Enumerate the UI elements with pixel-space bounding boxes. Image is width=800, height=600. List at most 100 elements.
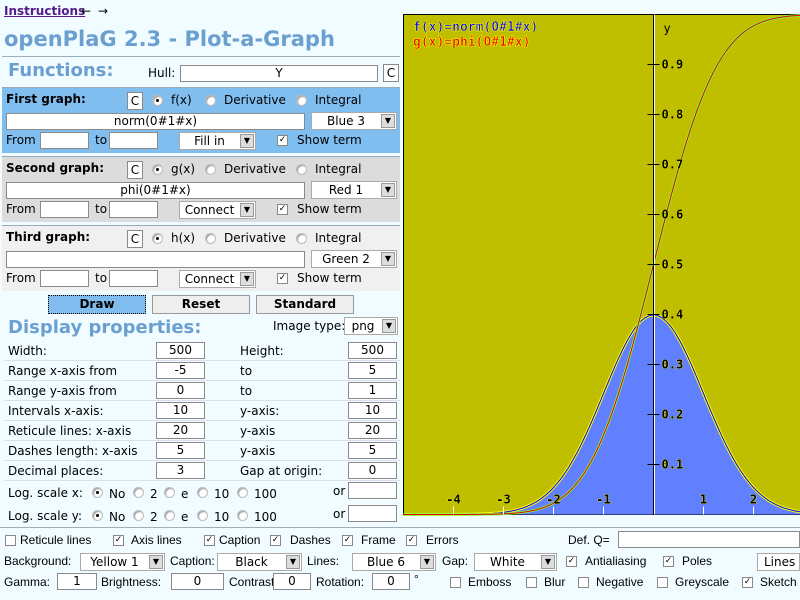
- graph-image: 0.1 0.2 0.3 0.4 0.5 0.6 0.7 0.8 0.9 -4 -3 -2 -1 1 2 y f(…: [403, 14, 800, 516]
- log-scale-radio-10[interactable]: [197, 510, 208, 521]
- line-style-select[interactable]: Lines: [757, 553, 800, 571]
- y-tick-label: 0.1: [662, 458, 684, 472]
- caption-color-select[interactable]: Black ▼: [217, 553, 302, 571]
- from-input[interactable]: [40, 270, 89, 287]
- log-scale-radio-100[interactable]: [237, 487, 248, 498]
- back-arrow[interactable]: ←: [81, 4, 91, 18]
- clear-term-button[interactable]: C: [127, 230, 143, 248]
- option-checkbox[interactable]: ✓: [342, 535, 353, 546]
- mode-radio-2[interactable]: [296, 233, 307, 244]
- from-input[interactable]: [40, 132, 89, 149]
- poles-checkbox[interactable]: ✓: [663, 556, 674, 567]
- mode-radio-2[interactable]: [296, 164, 307, 175]
- to-input[interactable]: [109, 201, 158, 218]
- show-term-checkbox[interactable]: ✓: [277, 135, 288, 146]
- to-input[interactable]: [109, 270, 158, 287]
- log-scale-radio-e[interactable]: [164, 510, 175, 521]
- brightness-input[interactable]: 0: [171, 573, 224, 590]
- background-select[interactable]: Yellow 1 ▼: [80, 553, 165, 571]
- property-input[interactable]: -5: [156, 362, 205, 379]
- graph-title: First graph:: [6, 92, 86, 106]
- option-checkbox[interactable]: [5, 535, 16, 546]
- draw-mode-select[interactable]: Connect ▼: [179, 201, 256, 219]
- from-label: From: [6, 133, 36, 147]
- show-term-checkbox[interactable]: ✓: [277, 204, 288, 215]
- effect-checkbox[interactable]: [450, 577, 461, 588]
- property-input-2[interactable]: 0: [348, 462, 397, 479]
- property-input[interactable]: 20: [156, 422, 205, 439]
- gap-color-select[interactable]: White ▼: [474, 553, 557, 571]
- property-input-2[interactable]: 500: [348, 342, 397, 359]
- to-input[interactable]: [109, 132, 158, 149]
- color-select[interactable]: Blue 3 ▼: [311, 112, 397, 130]
- contrast-input[interactable]: 0: [273, 573, 311, 590]
- log-scale-radio-2[interactable]: [133, 510, 144, 521]
- effect-checkbox[interactable]: ✓: [742, 577, 753, 588]
- effect-checkbox[interactable]: [526, 577, 537, 588]
- mode-radio-0[interactable]: [152, 95, 163, 106]
- y-tick-label: 0.4: [662, 308, 684, 322]
- draw-mode-select[interactable]: Fill in ▼: [179, 132, 256, 150]
- rotation-input[interactable]: 0: [372, 573, 410, 590]
- log-scale-radio-2[interactable]: [133, 487, 144, 498]
- property-input-2[interactable]: 10: [348, 402, 397, 419]
- hull-input[interactable]: Y: [180, 65, 378, 82]
- mode-radio-1[interactable]: [205, 95, 216, 106]
- clear-term-button[interactable]: C: [127, 161, 143, 179]
- effect-checkbox[interactable]: [657, 577, 668, 588]
- antialiasing-checkbox[interactable]: ✓: [566, 556, 577, 567]
- log-scale-radio-No[interactable]: [92, 487, 103, 498]
- property-input-2[interactable]: 5: [348, 442, 397, 459]
- clear-term-button[interactable]: C: [127, 92, 143, 110]
- def-q-input[interactable]: [618, 531, 800, 548]
- mode-radio-0[interactable]: [152, 233, 163, 244]
- mode-radio-0[interactable]: [152, 164, 163, 175]
- log-base-input[interactable]: [348, 505, 397, 522]
- color-select-value: Blue 3: [326, 114, 365, 128]
- effect-checkbox[interactable]: [578, 577, 589, 588]
- log-base-input[interactable]: [348, 482, 397, 499]
- option-checkbox[interactable]: ✓: [270, 535, 281, 546]
- log-scale-radio-100[interactable]: [237, 510, 248, 521]
- property-input[interactable]: 3: [156, 462, 205, 479]
- color-select[interactable]: Red 1 ▼: [311, 181, 397, 199]
- log-scale-radio-No[interactable]: [92, 510, 103, 521]
- property-input[interactable]: 0: [156, 382, 205, 399]
- divider: [2, 56, 400, 57]
- mode-radio-2[interactable]: [296, 95, 307, 106]
- log-scale-radio-e[interactable]: [164, 487, 175, 498]
- property-label: Intervals x-axis:: [8, 404, 104, 418]
- draw-mode-select[interactable]: Connect ▼: [179, 270, 256, 288]
- property-input[interactable]: 5: [156, 442, 205, 459]
- from-input[interactable]: [40, 201, 89, 218]
- gamma-input[interactable]: 1: [57, 573, 97, 590]
- option-checkbox[interactable]: ✓: [204, 535, 215, 546]
- mode-radio-1[interactable]: [205, 164, 216, 175]
- log-scale-radio-10[interactable]: [197, 487, 208, 498]
- option-checkbox[interactable]: ✓: [113, 535, 124, 546]
- property-row: Decimal places: 3 Gap at origin: 0: [4, 461, 400, 481]
- term-input[interactable]: norm(0#1#x): [6, 113, 305, 130]
- image-type-select[interactable]: png ▼: [344, 317, 398, 335]
- draw-button[interactable]: Draw: [48, 295, 146, 314]
- property-input-2[interactable]: 20: [348, 422, 397, 439]
- reset-button[interactable]: Reset: [152, 295, 250, 314]
- color-select[interactable]: Green 2 ▼: [311, 250, 397, 268]
- property-input[interactable]: 500: [156, 342, 205, 359]
- property-input[interactable]: 10: [156, 402, 205, 419]
- to-label: to: [95, 202, 108, 216]
- property-input-2[interactable]: 5: [348, 362, 397, 379]
- standard-button[interactable]: Standard: [256, 295, 354, 314]
- log-scale-option-label: 2: [150, 510, 158, 524]
- property-input-2[interactable]: 1: [348, 382, 397, 399]
- gap-color-label: Gap:: [442, 554, 469, 568]
- mode-radio-1[interactable]: [205, 233, 216, 244]
- forward-arrow[interactable]: →: [98, 4, 108, 18]
- term-input[interactable]: [6, 251, 305, 268]
- option-checkbox[interactable]: ✓: [406, 535, 417, 546]
- lines-color-select[interactable]: Blue 6 ▼: [352, 553, 436, 571]
- hull-clear-button[interactable]: C: [383, 64, 399, 82]
- show-term-checkbox[interactable]: ✓: [277, 273, 288, 284]
- term-input[interactable]: phi(0#1#x): [6, 182, 305, 199]
- instructions-link[interactable]: Instructions: [4, 4, 85, 18]
